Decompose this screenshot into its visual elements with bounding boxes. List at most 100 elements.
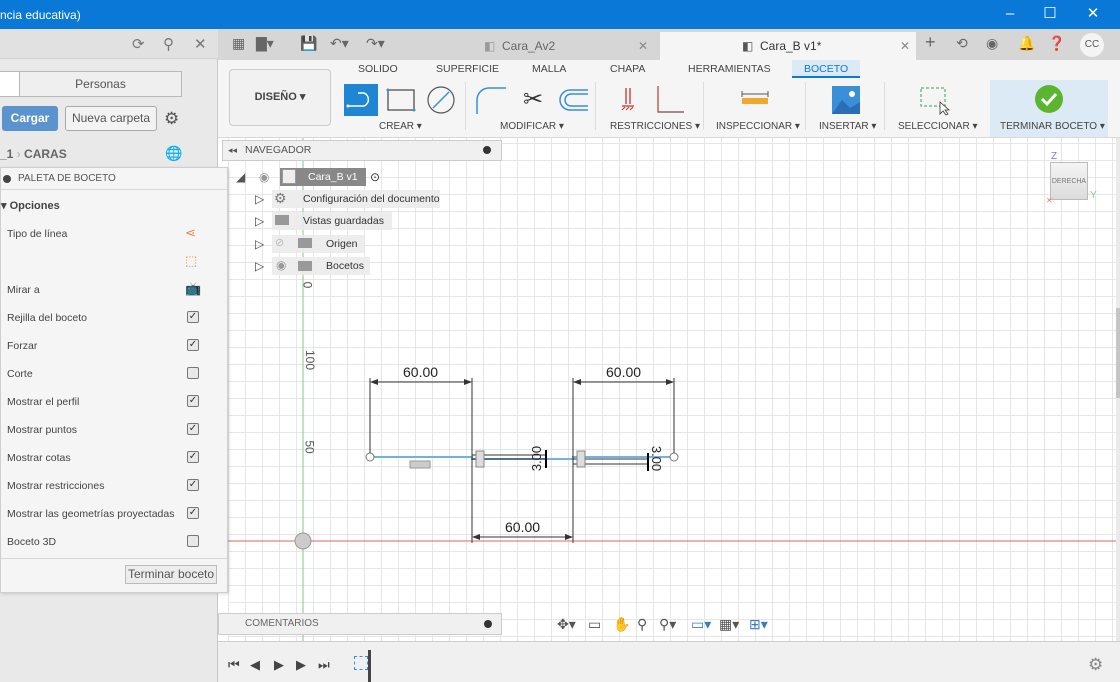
display-settings-icon[interactable]: ▭▾ — [691, 616, 711, 633]
expand-triangle-icon[interactable]: ▷ — [255, 192, 264, 206]
dimension-label[interactable]: 60.00 — [403, 364, 438, 380]
search-icon[interactable]: ⚲ — [163, 35, 174, 53]
scrollbar[interactable] — [1116, 138, 1120, 641]
group-constraints[interactable]: RESTRICCIONES ▾ — [610, 121, 700, 132]
checkbox-checked[interactable]: ✓ — [187, 311, 199, 323]
look-at-icon[interactable]: 📺 — [185, 281, 201, 297]
gear-icon[interactable]: ⚙ — [1088, 655, 1103, 675]
ribbon-tab-sketch[interactable]: BOCETO — [792, 60, 861, 78]
trim-scissors-icon[interactable]: ✂ — [516, 84, 550, 116]
select-window-icon[interactable] — [918, 84, 952, 116]
expand-triangle-icon[interactable]: ▷ — [255, 259, 264, 273]
dimension-label[interactable]: 3.00 — [529, 446, 544, 471]
upload-button[interactable]: Cargar — [2, 106, 58, 131]
finish-sketch-button[interactable]: TERMINAR BOCETO ▾ — [990, 80, 1108, 137]
group-select[interactable]: SELECCIONAR ▾ — [898, 121, 978, 132]
workspace-dropdown[interactable]: DISEÑO ▾ — [229, 69, 331, 126]
play-icon[interactable]: ▶ — [274, 657, 284, 673]
go-to-end-icon[interactable]: ⏭ — [318, 657, 330, 673]
look-at-icon[interactable]: ▭ — [588, 616, 601, 633]
collapse-arrows-icon[interactable]: ◂◂ — [228, 141, 237, 160]
sketch-feature-icon[interactable] — [354, 656, 368, 670]
measure-icon[interactable] — [738, 84, 772, 116]
line-tool-icon[interactable] — [344, 84, 378, 116]
tab-cara-a[interactable]: ◧ Cara_Av2 ✕ — [400, 32, 656, 60]
collapse-icon[interactable] — [3, 175, 11, 183]
group-modify[interactable]: MODIFICAR ▾ — [500, 121, 564, 132]
job-status-icon[interactable]: ◉ — [986, 35, 998, 52]
pan-hand-icon[interactable]: ✋ — [613, 616, 630, 633]
new-tab-icon[interactable]: + — [925, 32, 936, 53]
user-avatar[interactable]: CC — [1080, 33, 1104, 57]
close-tab-icon[interactable]: ✕ — [900, 32, 910, 60]
construction-line-icon[interactable]: ⋖ — [185, 225, 196, 241]
insert-image-icon[interactable] — [830, 84, 864, 116]
extensions-icon[interactable]: ⟲ — [956, 35, 968, 52]
group-inspect[interactable]: INSPECCIONAR ▾ — [716, 121, 800, 132]
save-icon[interactable]: 💾 — [300, 35, 317, 52]
gear-icon[interactable]: ⚙ — [164, 109, 179, 129]
checkbox-unchecked[interactable] — [187, 367, 199, 379]
ribbon-tab-tools[interactable]: HERRAMIENTAS — [688, 63, 771, 75]
tree-item-sketches[interactable]: Bocetos — [272, 257, 370, 275]
globe-icon[interactable]: 🌐 — [165, 145, 182, 162]
expand-triangle-icon[interactable]: ▷ — [255, 214, 264, 228]
notifications-icon[interactable]: 🔔 — [1018, 35, 1035, 52]
ribbon-tab-sheet-metal[interactable]: CHAPA — [610, 63, 645, 75]
segment-personal[interactable] — [0, 71, 20, 97]
refresh-icon[interactable]: ⟳ — [132, 35, 145, 53]
finish-sketch-palette-button[interactable]: Terminar boceto — [125, 565, 217, 584]
add-comment-icon[interactable] — [484, 620, 492, 628]
fillet-tool-icon[interactable] — [474, 84, 508, 116]
scrollbar-thumb[interactable] — [1116, 308, 1120, 398]
centerline-icon[interactable]: ⬚ — [185, 253, 197, 269]
viewports-icon[interactable]: ⊞▾ — [749, 616, 768, 633]
step-forward-icon[interactable]: ▶ — [296, 657, 306, 673]
offset-tool-icon[interactable] — [556, 84, 590, 116]
dimension-label[interactable]: 60.00 — [606, 364, 641, 380]
undo-icon[interactable]: ↶▾ — [330, 35, 349, 52]
group-create[interactable]: CREAR ▾ — [379, 121, 422, 132]
rectangle-tool-icon[interactable] — [384, 84, 418, 116]
options-section[interactable]: ▾ Opciones — [1, 199, 60, 212]
ribbon-tab-mesh[interactable]: MALLA — [532, 63, 566, 75]
fix-constraint-icon[interactable] — [614, 84, 648, 116]
pin-icon[interactable] — [483, 146, 491, 154]
perpendicular-constraint-icon[interactable] — [652, 84, 686, 116]
checkbox-checked[interactable]: ✓ — [187, 395, 199, 407]
expand-triangle-icon[interactable]: ◢ — [236, 170, 245, 184]
zoom-window-icon[interactable]: ⚲▾ — [659, 616, 676, 633]
checkbox-checked[interactable]: ✓ — [187, 507, 199, 519]
palette-header[interactable]: PALETA DE BOCETO — [1, 168, 227, 190]
tree-item-document-settings[interactable]: Configuración del documento — [272, 190, 440, 208]
redo-icon[interactable]: ↷▾ — [366, 35, 385, 52]
close-icon[interactable]: ✕ — [1083, 5, 1103, 23]
checkbox-checked[interactable]: ✓ — [187, 423, 199, 435]
comments-panel[interactable]: COMENTARIOS — [218, 613, 502, 635]
group-insert[interactable]: INSERTAR ▾ — [819, 121, 876, 132]
zoom-icon[interactable]: ⚲ — [637, 616, 647, 633]
dimension-label[interactable]: 3.00 — [649, 446, 664, 471]
viewcube[interactable]: DERECHA — [1050, 162, 1088, 200]
ribbon-tab-solid[interactable]: SOLIDO — [358, 63, 398, 75]
circle-tool-icon[interactable] — [424, 84, 458, 116]
dimension-label[interactable]: 60.00 — [505, 519, 540, 535]
tab-cara-b[interactable]: ◧ Cara_B v1* ✕ — [660, 32, 916, 60]
grid-settings-icon[interactable]: ▦▾ — [719, 616, 739, 633]
close-tab-icon[interactable]: ✕ — [638, 32, 648, 60]
segment-people[interactable]: Personas — [19, 71, 182, 97]
breadcrumb-parent[interactable]: _1 — [0, 147, 13, 161]
file-icon[interactable]: ▇▾ — [256, 35, 274, 52]
maximize-icon[interactable]: ☐ — [1040, 5, 1060, 23]
checkbox-checked[interactable]: ✓ — [187, 451, 199, 463]
checkbox-checked[interactable]: ✓ — [187, 479, 199, 491]
close-icon[interactable]: ✕ — [194, 35, 207, 53]
minimize-icon[interactable]: – — [1000, 5, 1020, 23]
step-back-icon[interactable]: ◀ — [250, 657, 260, 673]
activate-radio-icon[interactable]: ⊙ — [370, 170, 380, 184]
orbit-icon[interactable]: ✥▾ — [557, 616, 576, 633]
visibility-eye-icon[interactable]: ◉ — [259, 170, 269, 184]
timeline-marker[interactable] — [368, 650, 371, 682]
browser-panel-header[interactable]: ◂◂ NAVEGADOR — [222, 140, 502, 161]
grid-apps-icon[interactable]: ▦ — [232, 35, 245, 52]
